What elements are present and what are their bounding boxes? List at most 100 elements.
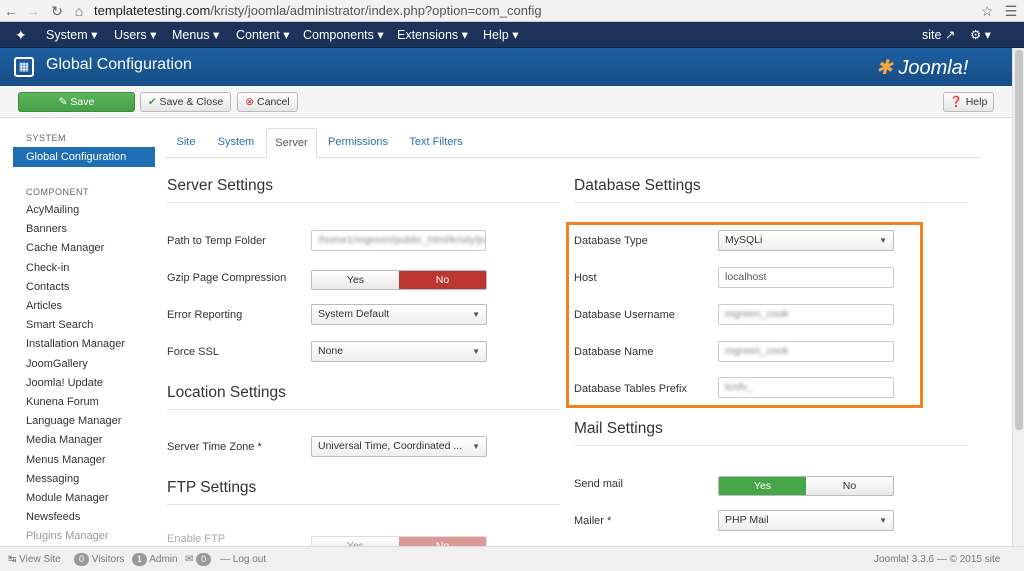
help-button[interactable]: ❓ Help [943, 92, 994, 112]
nav-extensions[interactable]: Extensions ▾ [397, 22, 468, 48]
send-mail-no-button[interactable]: No [806, 477, 893, 495]
timezone-select[interactable]: Universal Time, Coordinated ... ▼ [311, 436, 487, 457]
sidebar-item[interactable]: Check-in [26, 262, 69, 274]
chevron-down-icon: ▼ [879, 516, 887, 525]
sidebar-item[interactable]: Kunena Forum [26, 396, 99, 408]
send-mail-yes-button[interactable]: Yes [719, 477, 806, 495]
send-mail-label: Send mail [574, 478, 623, 490]
url-domain: templatetesting.com [94, 3, 211, 18]
tab-site[interactable]: Site [169, 128, 203, 158]
reload-icon[interactable]: ↻ [48, 2, 66, 20]
mailer-label: Mailer * [574, 515, 612, 527]
sidebar-item[interactable]: Installation Manager [26, 338, 125, 350]
page-title: Global Configuration [46, 56, 192, 73]
ftp-no-button[interactable]: No [399, 537, 486, 546]
sidebar-item[interactable]: Articles [26, 300, 62, 312]
highlight-box [566, 222, 923, 408]
nav-content[interactable]: Content ▾ [236, 22, 290, 48]
site-link[interactable]: site ↗ [922, 22, 955, 48]
enable-ftp-label: Enable FTP [167, 533, 226, 545]
sidebar-item[interactable]: Module Manager [26, 492, 109, 504]
title-bar: ▦ Global Configuration ✱ Joomla! [0, 48, 1024, 86]
toolbar: ✎ Save ✔ Save & Close ⊗ Cancel ❓ Help [0, 86, 1024, 118]
save-close-button[interactable]: ✔ Save & Close [140, 92, 231, 112]
nav-system[interactable]: System ▾ [46, 22, 97, 48]
sidebar-item[interactable]: Media Manager [26, 434, 102, 446]
check-icon: ✔ [147, 96, 157, 108]
chevron-down-icon: ▼ [472, 347, 480, 356]
cancel-icon: ⊗ [245, 96, 255, 108]
tab-server[interactable]: Server [266, 128, 317, 158]
scrollbar-thumb[interactable] [1015, 50, 1023, 430]
mail-settings-heading: Mail Settings [574, 420, 663, 437]
chevron-down-icon: ▼ [472, 310, 480, 319]
sidebar-item[interactable]: Messaging [26, 473, 79, 485]
bookmark-star-icon[interactable]: ☆ [978, 2, 996, 20]
error-reporting-select[interactable]: System Default ▼ [311, 304, 487, 325]
sidebar-item[interactable]: Plugins Manager [26, 530, 109, 542]
force-ssl-label: Force SSL [167, 346, 219, 358]
sidebar-item[interactable]: Cache Manager [26, 242, 104, 254]
joomla-logo-icon[interactable]: ✦ [15, 22, 27, 48]
sidebar-item[interactable]: Language Manager [26, 415, 121, 427]
browser-menu-icon[interactable]: ☰ [1002, 2, 1020, 20]
view-site-link[interactable]: ↹ View Site [8, 553, 61, 566]
sidebar-item[interactable]: JoomGallery [26, 358, 88, 370]
joomla-brand-logo: ✱ Joomla! [876, 57, 969, 79]
browser-bar: ← → ↻ ⌂ templatetesting.com/kristy/jooml… [0, 0, 1024, 22]
sidebar-item-global-configuration[interactable]: Global Configuration [13, 147, 155, 167]
temp-folder-label: Path to Temp Folder [167, 235, 266, 247]
sidebar-item[interactable]: Menus Manager [26, 454, 106, 466]
nav-components[interactable]: Components ▾ [303, 22, 384, 48]
tab-system[interactable]: System [211, 128, 261, 158]
nav-menus[interactable]: Menus ▾ [172, 22, 219, 48]
divider [167, 409, 560, 410]
visitors-indicator: 0 Visitors [74, 553, 124, 566]
force-ssl-select[interactable]: None ▼ [311, 341, 487, 362]
temp-folder-input[interactable]: /home1/mgreen/public_html/kristy/joomla/… [311, 230, 486, 251]
logout-link[interactable]: — Log out [220, 553, 266, 566]
admin-navbar: ✦ System ▾ Users ▾ Menus ▾ Content ▾ Com… [0, 22, 1024, 48]
temp-folder-value: /home1/mgreen/public_html/kristy/joomla/… [318, 234, 486, 246]
ftp-yes-button[interactable]: Yes [312, 537, 399, 546]
version-text: Joomla! 3.3.6 — © 2015 site [874, 554, 1001, 565]
ftp-toggle: Yes No [311, 536, 487, 546]
tab-permissions[interactable]: Permissions [325, 128, 391, 158]
sidebar-item[interactable]: Contacts [26, 281, 69, 293]
sidebar-item[interactable]: Newsfeeds [26, 511, 80, 523]
gzip-label: Gzip Page Compression [167, 272, 287, 284]
config-tabs: Site System Server Permissions Text Filt… [165, 128, 981, 158]
divider [574, 445, 968, 446]
gzip-toggle: Yes No [311, 270, 487, 290]
tab-text-filters[interactable]: Text Filters [403, 128, 469, 158]
divider [167, 202, 560, 203]
sidebar-item[interactable]: Joomla! Update [26, 377, 103, 389]
admin-indicator: 1 Admin [132, 553, 178, 566]
messages-indicator: ✉ 0 [185, 553, 212, 566]
save-button[interactable]: ✎ Save [18, 92, 135, 112]
chevron-down-icon: ▼ [472, 442, 480, 451]
gzip-yes-button[interactable]: Yes [312, 271, 399, 289]
cancel-button[interactable]: ⊗ Cancel [237, 92, 298, 112]
address-bar[interactable]: templatetesting.com/kristy/joomla/admini… [94, 1, 970, 21]
help-icon: ❓ [949, 96, 963, 108]
home-icon[interactable]: ⌂ [70, 2, 88, 20]
settings-gear-icon[interactable]: ⚙ ▾ [970, 22, 991, 48]
gzip-no-button[interactable]: No [399, 271, 486, 289]
sidebar-component-heading: COMPONENT [26, 187, 89, 197]
url-path: /kristy/joomla/administrator/index.php?o… [210, 3, 542, 18]
sidebar-item[interactable]: Banners [26, 223, 67, 235]
database-settings-heading: Database Settings [574, 177, 701, 194]
sidebar-item[interactable]: AcyMailing [26, 204, 79, 216]
nav-users[interactable]: Users ▾ [114, 22, 156, 48]
back-icon[interactable]: ← [2, 2, 20, 20]
forward-icon[interactable]: → [24, 2, 42, 20]
divider [574, 202, 968, 203]
mailer-select[interactable]: PHP Mail ▼ [718, 510, 894, 531]
sidebar-system-heading: SYSTEM [26, 133, 67, 143]
save-icon: ✎ [58, 96, 68, 108]
nav-help[interactable]: Help ▾ [483, 22, 518, 48]
scrollbar[interactable] [1012, 48, 1024, 546]
sidebar-item[interactable]: Smart Search [26, 319, 93, 331]
location-settings-heading: Location Settings [167, 384, 286, 401]
